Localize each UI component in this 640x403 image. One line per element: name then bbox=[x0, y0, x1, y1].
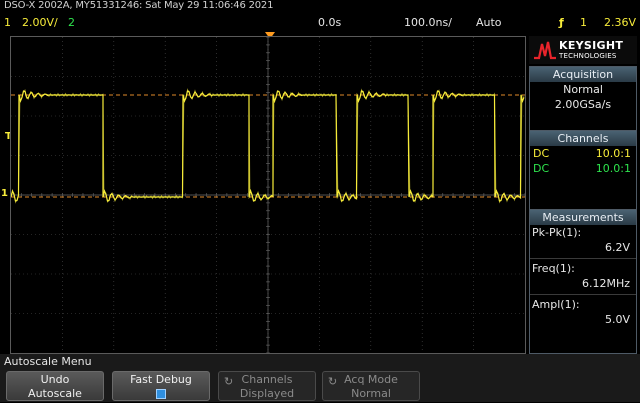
rotate-knob-icon: ↻ bbox=[224, 375, 234, 388]
channels-label: Channels bbox=[241, 373, 293, 386]
displayed-label: Displayed bbox=[239, 387, 295, 400]
trigger-level[interactable]: 2.36V bbox=[590, 14, 636, 32]
brand-subtitle: TECHNOLOGIES bbox=[559, 52, 617, 60]
undo-label: Undo bbox=[40, 373, 70, 386]
status-bar: 1 2.00V/ 2 0.0s 100.0ns/ Auto ƒ 1 2.36V bbox=[0, 14, 640, 32]
acquisition-mode: Normal bbox=[563, 83, 603, 96]
fast-debug-checkbox-icon[interactable] bbox=[156, 389, 166, 399]
trigger-edge-icon: ƒ bbox=[559, 16, 564, 29]
measurement-label-freq: Freq(1): bbox=[532, 262, 575, 275]
trigger-channel: 1 bbox=[580, 16, 587, 29]
ch1-ground-marker: 1 bbox=[1, 188, 8, 199]
channels-panel[interactable]: Channels DC 10.0:1 DC 10.0:1 bbox=[529, 130, 637, 210]
channel-row-1: DC 10.0:1 bbox=[530, 146, 636, 161]
ch1-waveform-persistence bbox=[11, 88, 525, 204]
measurements-heading: Measurements bbox=[530, 210, 636, 225]
ch1-waveform-trace bbox=[11, 90, 525, 202]
measurement-value-pkpk: 6.2V bbox=[604, 241, 630, 254]
acq-mode-value: Normal bbox=[351, 387, 391, 400]
softkey-bar: Autoscale Menu Undo Autoscale Fast Debug… bbox=[0, 354, 640, 402]
graticule-grid bbox=[11, 37, 525, 353]
undo-autoscale-button[interactable]: Undo Autoscale bbox=[6, 371, 104, 401]
waveform-display[interactable] bbox=[10, 36, 526, 354]
trigger-mode[interactable]: Auto bbox=[476, 14, 502, 32]
autoscale-label: Autoscale bbox=[28, 387, 82, 400]
fast-debug-label: Fast Debug bbox=[130, 373, 192, 386]
timebase-scale[interactable]: 100.0ns/ bbox=[404, 14, 452, 32]
window-title: DSO-X 2002A, MY51331246: Sat May 29 11:0… bbox=[4, 0, 274, 11]
acq-mode-label: Acq Mode bbox=[344, 373, 398, 386]
channel-row-2: DC 10.0:1 bbox=[530, 161, 636, 176]
channels-displayed-button[interactable]: ↻ Channels Displayed bbox=[218, 371, 316, 401]
acquisition-heading: Acquisition bbox=[530, 67, 636, 82]
ch2-probe-ratio: 10.0:1 bbox=[595, 162, 631, 175]
channels-heading: Channels bbox=[530, 131, 636, 146]
sample-rate: 2.00GSa/s bbox=[554, 98, 612, 111]
ch2-number[interactable]: 2 bbox=[68, 14, 75, 32]
brand-logo-area: KEYSIGHT TECHNOLOGIES bbox=[529, 36, 637, 64]
timebase-position[interactable]: 0.0s bbox=[318, 14, 341, 32]
acq-mode-button[interactable]: ↻ Acq Mode Normal bbox=[322, 371, 420, 401]
keysight-logo-icon bbox=[534, 41, 556, 60]
ch2-coupling: DC bbox=[533, 162, 550, 175]
ch1-probe-ratio: 10.0:1 bbox=[595, 147, 631, 160]
measurements-panel[interactable]: Measurements Pk-Pk(1): 6.2V Freq(1): 6.1… bbox=[529, 209, 637, 354]
ch1-number[interactable]: 1 bbox=[4, 14, 11, 32]
brand-name: KEYSIGHT bbox=[559, 39, 624, 52]
waveform-graticule bbox=[11, 37, 525, 353]
rotate-knob-icon: ↻ bbox=[328, 375, 338, 388]
measurement-label-pkpk: Pk-Pk(1): bbox=[532, 226, 582, 239]
measurement-label-ampl: Ampl(1): bbox=[532, 298, 580, 311]
fast-debug-button[interactable]: Fast Debug bbox=[112, 371, 210, 401]
ch1-coupling: DC bbox=[533, 147, 550, 160]
measurement-value-freq: 6.12MHz bbox=[581, 277, 630, 290]
side-panel: KEYSIGHT TECHNOLOGIES Acquisition Normal… bbox=[529, 32, 637, 354]
measurement-value-ampl: 5.0V bbox=[604, 313, 630, 326]
menu-title: Autoscale Menu bbox=[4, 355, 92, 368]
ch1-scale[interactable]: 2.00V/ bbox=[22, 14, 58, 32]
